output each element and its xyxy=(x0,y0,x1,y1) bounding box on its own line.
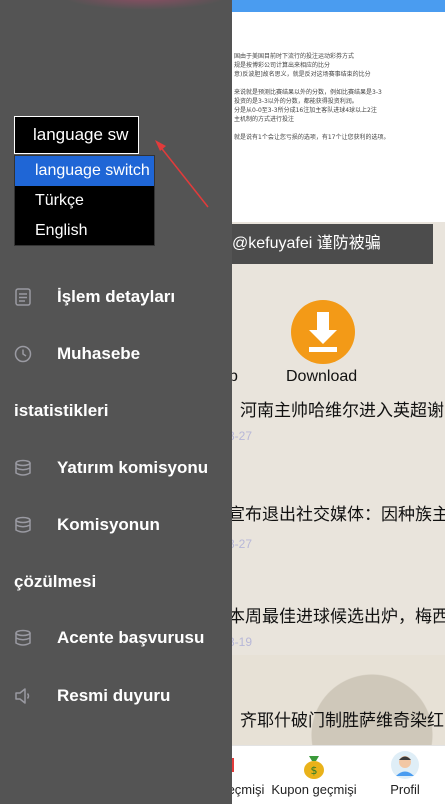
news-date: 3-19 xyxy=(228,635,253,649)
doc-line: 国由于美国目前时下流行的投注运动彩券方式 xyxy=(234,53,355,60)
coins-icon xyxy=(15,516,31,533)
clock-icon xyxy=(14,345,32,363)
language-select[interactable]: language sw xyxy=(14,116,139,154)
profile-avatar-icon xyxy=(390,750,420,780)
news-title: 宣布退出社交媒体：因种族主 xyxy=(228,505,445,524)
news-date: 3-27 xyxy=(228,429,253,443)
football-image xyxy=(232,655,445,745)
tab-label: Kupon geçmişi xyxy=(271,782,357,797)
doc-line: 主机制的方式进行投注 xyxy=(234,116,295,123)
document-icon xyxy=(15,288,31,306)
news-item[interactable]: 河南主帅哈维尔进入英超谢 3-27 xyxy=(228,396,445,443)
rules-document-image: 国由于美国目前时下流行的投注运动彩券方式 规是按博彩公司计算出来相应的比分 意)… xyxy=(232,0,445,222)
news-title: 齐耶什破门制胜萨维奇染红 xyxy=(240,711,444,730)
side-menu: nım İşlem detayları Muhasebe istatistikl… xyxy=(0,0,232,804)
contact-banner[interactable]: @kefuyafei 谨防被骗 xyxy=(228,224,433,264)
document-header-bar xyxy=(232,0,445,12)
menu-item-label-wrap[interactable]: istatistikleri xyxy=(14,401,109,421)
tab-coupon-history[interactable]: $ Kupon geçmişi xyxy=(268,746,360,797)
history-icon xyxy=(231,750,261,780)
language-option[interactable]: English xyxy=(15,216,154,246)
speaker-icon xyxy=(15,688,30,704)
coins-icon xyxy=(15,629,31,646)
news-item[interactable]: 宣布退出社交媒体：因种族主 3-27 xyxy=(228,500,445,551)
news-title: 河南主帅哈维尔进入英超谢 xyxy=(240,401,444,420)
menu-item-label: Resmi duyuru xyxy=(57,686,171,705)
doc-line: 投资的是3-3以外的分数，都能获得投资利润。 xyxy=(234,98,358,105)
download-icon xyxy=(309,312,337,352)
language-option[interactable]: language switch xyxy=(15,156,154,186)
svg-text:$: $ xyxy=(311,764,318,777)
menu-item-label: Komisyonun xyxy=(57,515,160,534)
language-option[interactable]: Türkçe xyxy=(15,186,154,216)
download-button[interactable] xyxy=(291,300,355,364)
download-label[interactable]: Download xyxy=(286,368,357,386)
menu-item-label: Acente başvurusu xyxy=(57,628,205,647)
doc-line: 就是说有1个会让您亏损的选项，有17个让您获利的选项。 xyxy=(234,134,390,141)
news-item[interactable]: 齐耶什破门制胜萨维奇染红 xyxy=(228,706,445,731)
doc-line: 规是按博彩公司计算出来相应的比分 xyxy=(234,62,331,69)
language-dropdown: language switch Türkçe English xyxy=(14,155,155,246)
news-date: 3-27 xyxy=(228,537,253,551)
header-glow xyxy=(60,0,230,10)
menu-item-label: İşlem detayları xyxy=(57,287,176,306)
bottom-tab-bar: eçmişi $ Kupon geçmişi Profil xyxy=(228,745,445,804)
doc-line: 分是从0-0至3-3所分成16注加主客队进球4球以上2注 xyxy=(234,107,377,114)
news-title: 本周最佳进球候选出炉，梅西 xyxy=(228,607,445,626)
menu-item-label: Muhasebe xyxy=(57,344,141,363)
money-bag-icon: $ xyxy=(299,750,329,780)
tab-label: Profil xyxy=(390,782,420,797)
tab-profile[interactable]: Profil xyxy=(380,746,430,797)
tab-label: eçmişi xyxy=(227,782,265,797)
menu-item-label-wrap[interactable]: çözülmesi xyxy=(14,572,96,592)
doc-line: 来说就是预测比赛结果以外的分数，例如比赛结果是3-3 xyxy=(234,89,382,96)
news-item[interactable]: 本周最佳进球候选出炉，梅西 3-19 xyxy=(228,602,445,649)
coins-icon xyxy=(15,459,31,476)
menu-item-label: Yatırım komisyonu xyxy=(57,458,209,477)
tab-history[interactable]: eçmişi xyxy=(226,746,266,797)
doc-line: 意)反波胆]故名思义，就是反对这场赛事结束的比分 xyxy=(234,71,371,78)
